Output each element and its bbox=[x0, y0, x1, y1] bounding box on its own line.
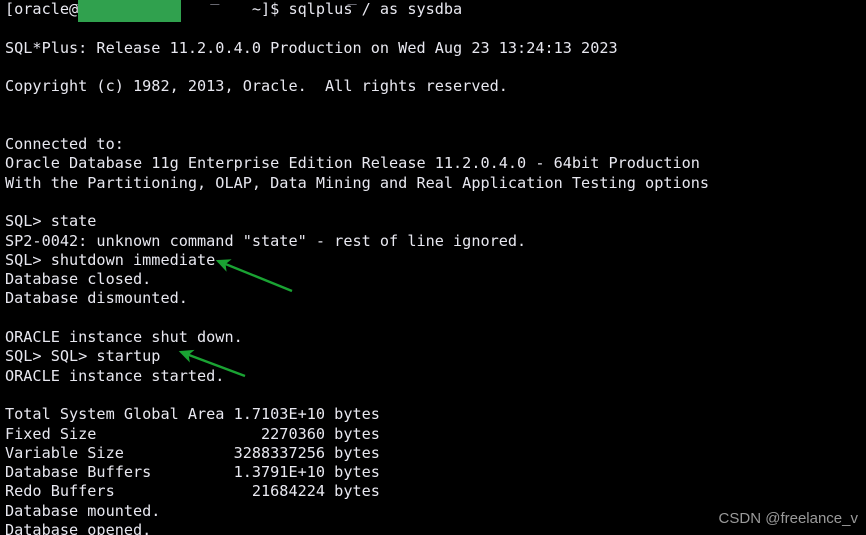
terminal-line: Database closed. bbox=[5, 270, 152, 289]
terminal-line: Total System Global Area 1.7103E+10 byte… bbox=[5, 405, 380, 424]
terminal-line: SQL> shutdown immediate bbox=[5, 250, 216, 269]
terminal-line: SQL> SQL> startup bbox=[5, 347, 161, 366]
terminal-line: Copyright (c) 1982, 2013, Oracle. All ri… bbox=[5, 77, 508, 96]
hostname-redaction-block bbox=[78, 0, 181, 22]
terminal-line: ORACLE instance started. bbox=[5, 366, 225, 385]
terminal-line: Database Buffers 1.3791E+10 bytes bbox=[5, 463, 380, 482]
terminal-output: [oracle@ ~]$ sqlplus / as sysdba SQL*Plus… bbox=[5, 0, 866, 535]
terminal-line: Oracle Database 11g Enterprise Edition R… bbox=[5, 154, 700, 173]
terminal-line: SP2-0042: unknown command "state" - rest… bbox=[5, 231, 527, 250]
terminal-line: Fixed Size 2270360 bytes bbox=[5, 424, 380, 443]
terminal-window[interactable]: _ _ _ [oracle@ ~]$ sqlplus / as sysdbaSQ… bbox=[0, 0, 866, 535]
terminal-line: Connected to: bbox=[5, 135, 124, 154]
terminal-line: SQL> state bbox=[5, 212, 97, 231]
terminal-line: SQL*Plus: Release 11.2.0.4.0 Production … bbox=[5, 38, 618, 57]
terminal-line: Variable Size 3288337256 bytes bbox=[5, 443, 380, 462]
terminal-line: Database dismounted. bbox=[5, 289, 188, 308]
csdn-watermark: CSDN @freelance_v bbox=[718, 510, 858, 527]
terminal-line: ORACLE instance shut down. bbox=[5, 328, 243, 347]
terminal-line: Redo Buffers 21684224 bytes bbox=[5, 482, 380, 501]
terminal-line: With the Partitioning, OLAP, Data Mining… bbox=[5, 173, 710, 192]
